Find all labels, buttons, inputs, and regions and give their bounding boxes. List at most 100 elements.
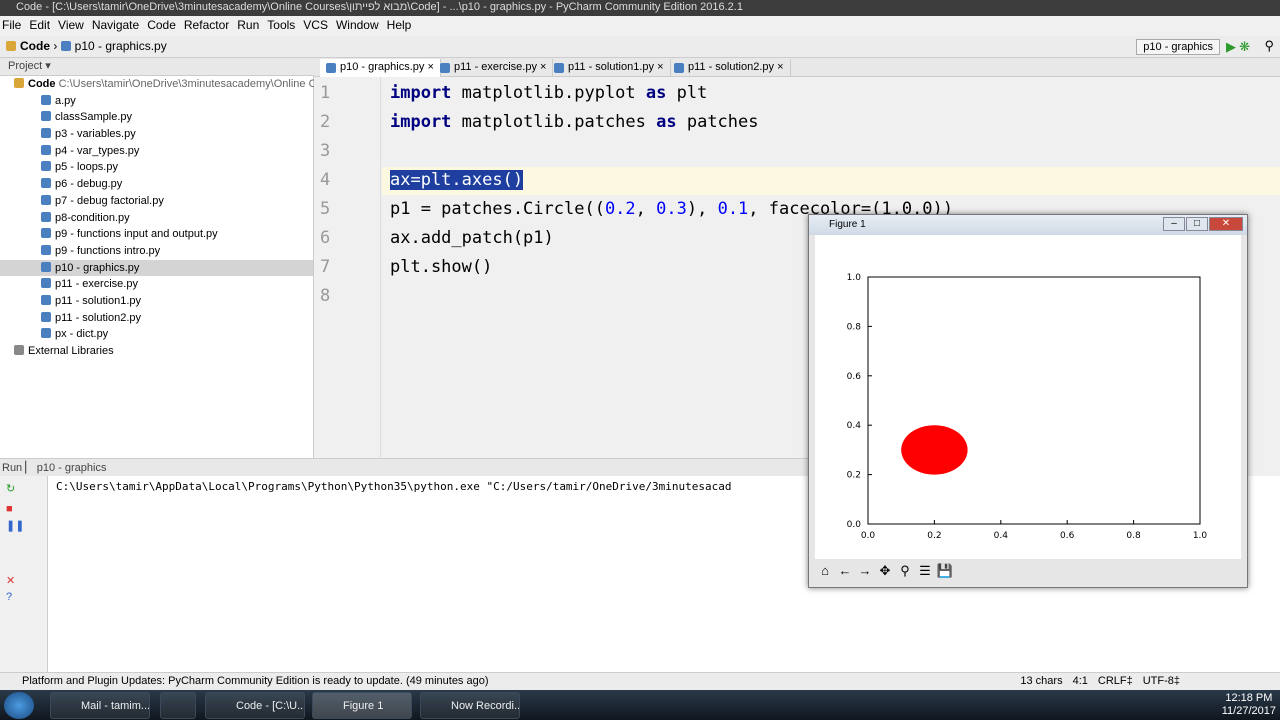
figure-toolbar: ⌂ ← → ✥ ⚲ ☰ 💾: [815, 559, 1241, 583]
python-file-icon: [41, 228, 51, 239]
folder-icon: [14, 78, 24, 88]
run-config-select[interactable]: p10 - graphics: [1136, 39, 1220, 55]
tree-file[interactable]: p4 - var_types.py: [0, 143, 313, 160]
python-file-icon: [41, 211, 51, 222]
save-icon[interactable]: 💾: [936, 562, 954, 580]
window-title: Code - [C:\Users\tamir\OneDrive\3minutes…: [0, 0, 1280, 16]
editor-tab[interactable]: p11 - solution1.py ×: [548, 59, 671, 77]
configure-icon[interactable]: ☰: [916, 562, 934, 580]
taskbar-recording[interactable]: Now Recordi...: [420, 692, 520, 719]
file-label: p9 - functions input and output.py: [55, 228, 218, 241]
clock[interactable]: 12:18 PM 11/27/2017: [1222, 692, 1276, 718]
tree-file[interactable]: p11 - solution1.py: [0, 293, 313, 310]
menu-code[interactable]: Code: [147, 18, 176, 32]
menu-bar: File Edit View Navigate Code Refactor Run Tools…: [0, 16, 1280, 36]
python-file-icon: [41, 278, 51, 289]
taskbar-figure[interactable]: Figure 1: [312, 692, 412, 719]
stop-icon[interactable]: ■: [0, 501, 47, 517]
breadcrumb: Code › p10 - graphics.py: [0, 36, 1280, 58]
tree-file[interactable]: p10 - graphics.py: [0, 259, 313, 277]
file-label: p8-condition.py: [55, 211, 130, 224]
debug-icon[interactable]: ❋: [1239, 39, 1250, 55]
tree-file[interactable]: p5 - loops.py: [0, 159, 313, 176]
tree-file[interactable]: p9 - functions intro.py: [0, 243, 313, 260]
run-config-label: p10 - graphics: [36, 462, 107, 474]
editor-tab[interactable]: p11 - solution2.py ×: [668, 59, 791, 77]
menu-file[interactable]: File: [2, 18, 21, 32]
library-icon: [14, 345, 24, 355]
maximize-icon[interactable]: □: [1186, 217, 1208, 231]
file-label: p3 - variables.py: [55, 128, 136, 141]
close-tab-icon[interactable]: ×: [657, 61, 663, 73]
python-file-icon: [41, 261, 51, 272]
menu-window[interactable]: Window: [336, 18, 379, 32]
tree-file[interactable]: p11 - exercise.py: [0, 276, 313, 293]
tree-file[interactable]: p6 - debug.py: [0, 176, 313, 193]
breadcrumb-code[interactable]: Code: [20, 39, 50, 53]
root-label: Code: [28, 78, 56, 90]
tree-file[interactable]: p3 - variables.py: [0, 126, 313, 143]
home-icon[interactable]: ⌂: [816, 562, 834, 580]
zoom-icon[interactable]: ⚲: [896, 562, 914, 580]
close-tab-icon[interactable]: ×: [777, 61, 783, 73]
pan-icon[interactable]: ✥: [876, 562, 894, 580]
circle-patch: [901, 425, 968, 475]
tree-external-libraries[interactable]: External Libraries: [0, 343, 313, 360]
project-tree: Code C:\Users\tamir\OneDrive\3minutesaca…: [0, 76, 353, 458]
line-number: 2: [320, 112, 331, 132]
forward-icon[interactable]: →: [856, 562, 874, 580]
taskbar-explorer[interactable]: [160, 692, 196, 719]
menu-run[interactable]: Run: [237, 18, 259, 32]
tree-file[interactable]: p8-condition.py: [0, 210, 313, 227]
menu-refactor[interactable]: Refactor: [184, 18, 229, 32]
external-label: External Libraries: [28, 345, 114, 357]
menu-edit[interactable]: Edit: [29, 18, 50, 32]
back-icon[interactable]: ←: [836, 562, 854, 580]
taskbar-chrome[interactable]: Mail - tamim...: [50, 692, 150, 719]
line-number: 7: [320, 257, 331, 277]
tree-file[interactable]: p9 - functions input and output.py: [0, 226, 313, 243]
file-label: classSample.py: [55, 111, 133, 124]
tree-file[interactable]: classSample.py: [0, 109, 313, 126]
pause-icon[interactable]: ❚❚: [0, 517, 47, 534]
project-label[interactable]: Project: [8, 60, 42, 72]
close-tab-icon[interactable]: ×: [427, 61, 433, 73]
code-line: plt.show(): [390, 257, 492, 277]
run-icon[interactable]: ▶: [1226, 39, 1236, 55]
menu-vcs[interactable]: VCS: [303, 18, 328, 32]
close-icon[interactable]: ✕: [0, 534, 47, 589]
tree-file[interactable]: p11 - solution2.py: [0, 310, 313, 327]
help-icon[interactable]: ?: [0, 589, 47, 605]
tree-root[interactable]: Code C:\Users\tamir\OneDrive\3minutesaca…: [0, 76, 353, 93]
menu-help[interactable]: Help: [387, 18, 412, 32]
menu-view[interactable]: View: [58, 18, 84, 32]
status-eol[interactable]: CRLF‡: [1098, 675, 1133, 687]
status-position[interactable]: 4:1: [1073, 675, 1088, 687]
editor-tab[interactable]: p10 - graphics.py ×: [320, 59, 441, 77]
close-icon[interactable]: ✕: [1209, 217, 1243, 231]
rerun-icon[interactable]: ↻: [0, 476, 47, 501]
tree-file[interactable]: a.py: [0, 93, 313, 110]
python-file-icon: [41, 294, 51, 305]
minimize-icon[interactable]: –: [1163, 217, 1185, 231]
code-token: 0.2: [604, 199, 636, 219]
start-button[interactable]: [4, 692, 34, 719]
status-encoding[interactable]: UTF-8‡: [1143, 675, 1180, 687]
breadcrumb-file[interactable]: p10 - graphics.py: [75, 39, 167, 53]
file-label: p10 - graphics.py: [55, 261, 140, 274]
editor-tab[interactable]: p11 - exercise.py ×: [434, 59, 554, 77]
close-tab-icon[interactable]: ×: [540, 61, 546, 73]
search-icon[interactable]: ⚲: [1264, 38, 1274, 54]
python-file-icon: [41, 244, 51, 255]
menu-navigate[interactable]: Navigate: [92, 18, 139, 32]
tree-file[interactable]: p7 - debug factorial.py: [0, 193, 313, 210]
axes-frame: [867, 276, 1201, 525]
file-label: p11 - exercise.py: [55, 278, 138, 291]
code-token: as: [645, 83, 667, 103]
python-file-icon: [41, 94, 51, 105]
taskbar-pycharm[interactable]: Code - [C:\U...: [205, 692, 305, 719]
plot-canvas: 0.0 0.2 0.4 0.6 0.8 1.0 0.0 0.2 0.4 0.6 0.8 1.0: [815, 235, 1241, 559]
menu-tools[interactable]: Tools: [267, 18, 295, 32]
code-line: ax.add_patch(p1): [390, 228, 554, 248]
tree-file[interactable]: px - dict.py: [0, 326, 313, 343]
